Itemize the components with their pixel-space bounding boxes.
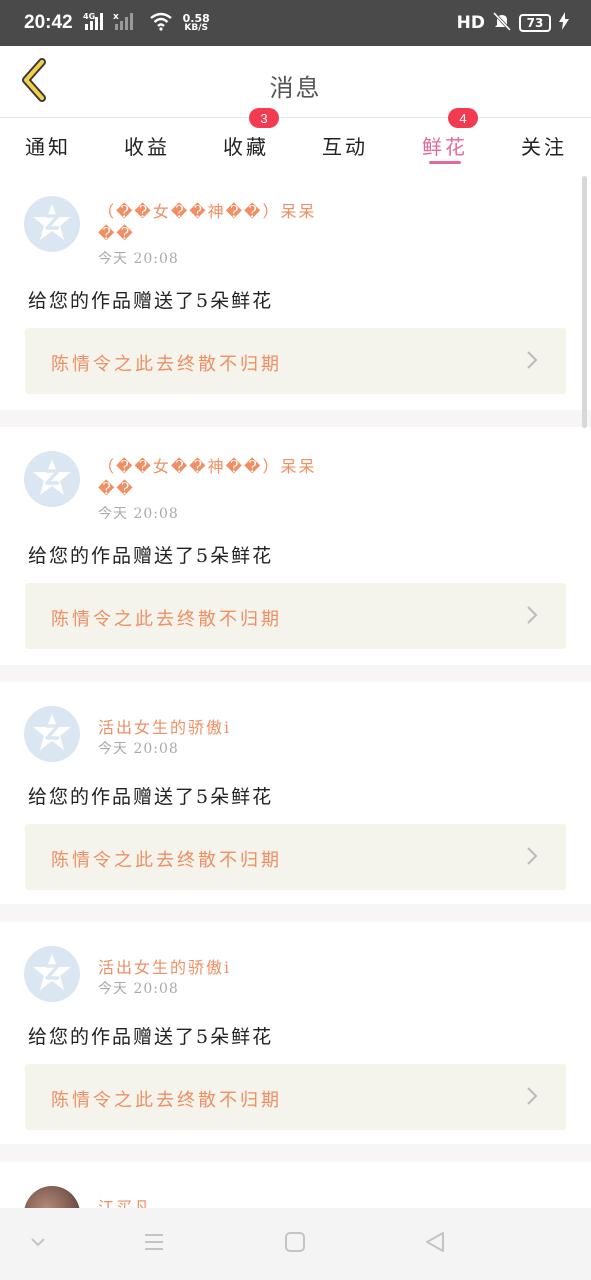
chevron-right-icon xyxy=(520,844,544,868)
hd-label: HD xyxy=(456,13,485,33)
sender-name[interactable]: 活出女生的骄傲i xyxy=(98,714,231,738)
menu-icon xyxy=(143,1231,165,1257)
work-link[interactable]: 陈情令之此去终散不归期 xyxy=(25,824,566,890)
sender-name[interactable]: （��女��神��）呆呆 xyxy=(98,198,316,222)
tab-earnings[interactable]: 收益 xyxy=(102,118,192,172)
work-title: 陈情令之此去终散不归期 xyxy=(51,609,282,630)
message-card: 江买凡 xyxy=(0,1162,591,1208)
message-time: 今天 20:08 xyxy=(98,506,179,522)
default-avatar-icon xyxy=(32,202,72,246)
message-time: 今天 20:08 xyxy=(98,981,179,997)
chevron-right-icon xyxy=(520,348,544,372)
tab-label: 鲜花 xyxy=(422,134,468,159)
avatar[interactable] xyxy=(24,1186,80,1208)
avatar[interactable] xyxy=(24,946,80,1002)
active-tab-indicator xyxy=(429,161,461,164)
chevron-right-icon xyxy=(520,1084,544,1108)
avatar[interactable] xyxy=(24,706,80,762)
message-time: 今天 20:08 xyxy=(98,741,179,757)
chevron-down-icon xyxy=(29,1233,47,1255)
tab-badge: 4 xyxy=(448,108,478,128)
system-nav-bar xyxy=(0,1208,591,1280)
sender-name[interactable]: 江买凡 xyxy=(98,1194,152,1208)
page-title: 消息 xyxy=(269,74,322,102)
tab-label: 关注 xyxy=(521,134,567,159)
svg-text:4G: 4G xyxy=(83,12,95,21)
status-time: 20:42 xyxy=(24,12,73,33)
message-text: 给您的作品赠送了5朵鲜花 xyxy=(28,290,274,312)
message-text: 给您的作品赠送了5朵鲜花 xyxy=(28,545,274,567)
message-card: （��女��神��）呆呆 �� 今天 20:08 给您的作品赠送了5朵鲜花 陈情… xyxy=(0,172,591,410)
tab-notifications[interactable]: 通知 xyxy=(3,118,93,172)
tab-label: 收益 xyxy=(124,134,170,159)
sender-name[interactable]: （��女��神��）呆呆 xyxy=(98,453,316,477)
charging-icon xyxy=(559,11,569,35)
avatar[interactable] xyxy=(24,451,80,507)
message-text: 给您的作品赠送了5朵鲜花 xyxy=(28,1026,274,1048)
header: 消息 xyxy=(0,46,591,118)
tab-flowers[interactable]: 鲜花 4 xyxy=(400,108,490,172)
message-card: （��女��神��）呆呆 �� 今天 20:08 给您的作品赠送了5朵鲜花 陈情… xyxy=(0,427,591,665)
work-title: 陈情令之此去终散不归期 xyxy=(51,354,282,375)
menu-button[interactable] xyxy=(138,1228,170,1260)
tab-bar: 通知 收益 收藏 3 互动 鲜花 4 关注 xyxy=(0,108,591,172)
message-list[interactable]: （��女��神��）呆呆 �� 今天 20:08 给您的作品赠送了5朵鲜花 陈情… xyxy=(0,172,591,1208)
net-speed-unit: KB/S xyxy=(184,23,208,33)
tab-label: 收藏 xyxy=(223,134,269,159)
work-link[interactable]: 陈情令之此去终散不归期 xyxy=(25,583,566,649)
home-button[interactable] xyxy=(279,1228,311,1260)
battery-indicator: 73 xyxy=(519,14,551,32)
avatar[interactable] xyxy=(24,196,80,252)
default-avatar-icon xyxy=(32,952,72,996)
message-text: 给您的作品赠送了5朵鲜花 xyxy=(28,786,274,808)
tab-label: 通知 xyxy=(25,134,71,159)
svg-text:x: x xyxy=(113,12,119,22)
square-icon xyxy=(284,1231,306,1257)
message-time: 今天 20:08 xyxy=(98,251,179,267)
work-title: 陈情令之此去终散不归期 xyxy=(51,850,282,871)
tab-interactions[interactable]: 互动 xyxy=(300,118,390,172)
hide-nav-button[interactable] xyxy=(22,1228,54,1260)
work-title: 陈情令之此去终散不归期 xyxy=(51,1090,282,1111)
sender-name-line2[interactable]: �� xyxy=(98,224,135,243)
sender-name[interactable]: 活出女生的骄傲i xyxy=(98,954,231,978)
net-speed: 0.58 KB/S xyxy=(183,13,210,33)
tab-label: 互动 xyxy=(322,134,368,159)
status-bar: 20:42 4G x 0.58 KB/S HD 73 xyxy=(0,0,591,46)
work-link[interactable]: 陈情令之此去终散不归期 xyxy=(25,328,566,394)
scrollbar[interactable] xyxy=(582,176,587,428)
tab-favorites[interactable]: 收藏 3 xyxy=(201,108,291,172)
back-nav-button[interactable] xyxy=(419,1228,451,1260)
sender-name-line2[interactable]: �� xyxy=(98,479,135,498)
mute-icon xyxy=(492,11,512,36)
tab-follows[interactable]: 关注 xyxy=(499,118,589,172)
default-avatar-icon xyxy=(32,712,72,756)
tab-badge: 3 xyxy=(249,108,279,128)
signal-icon: 4G x xyxy=(83,11,139,35)
work-link[interactable]: 陈情令之此去终散不归期 xyxy=(25,1064,566,1130)
chevron-right-icon xyxy=(520,603,544,627)
message-card: 活出女生的骄傲i 今天 20:08 给您的作品赠送了5朵鲜花 陈情令之此去终散不… xyxy=(0,682,591,904)
wifi-icon xyxy=(149,11,173,35)
default-avatar-icon xyxy=(32,457,72,501)
message-card: 活出女生的骄傲i 今天 20:08 给您的作品赠送了5朵鲜花 陈情令之此去终散不… xyxy=(0,922,591,1144)
triangle-back-icon xyxy=(424,1231,446,1257)
